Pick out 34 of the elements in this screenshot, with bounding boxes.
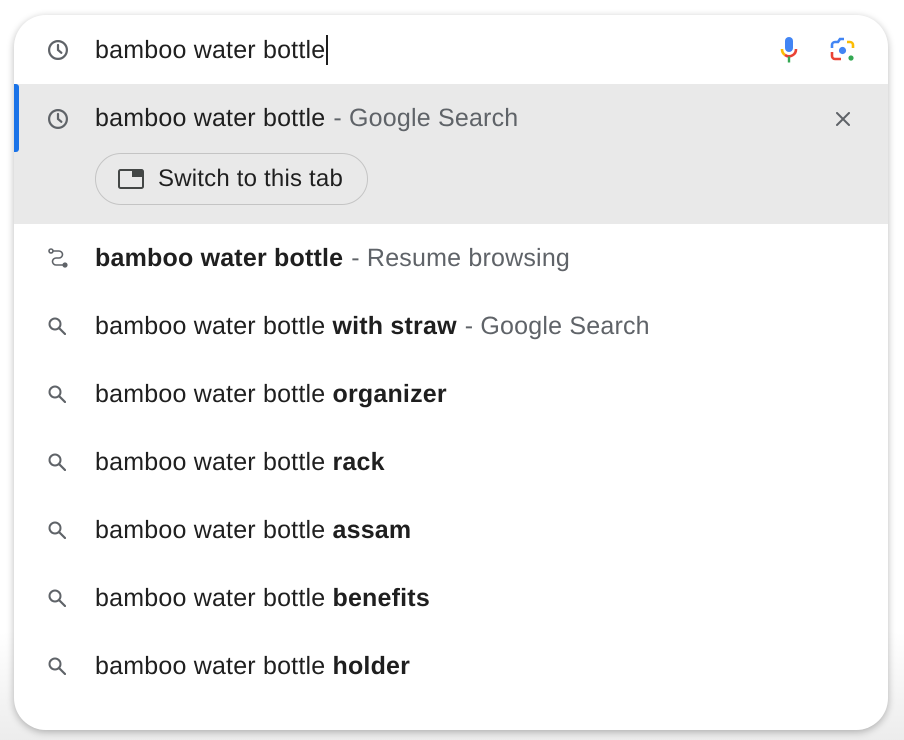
- microphone-icon[interactable]: [780, 36, 798, 62]
- suggestion-row[interactable]: bamboo water bottle assam: [14, 496, 888, 564]
- clock-icon: [48, 108, 68, 128]
- search-field[interactable]: bamboo water bottle: [95, 32, 748, 66]
- suggestion-description: - Google Search: [333, 104, 518, 133]
- search-icon: [48, 317, 66, 335]
- suggestion-row[interactable]: bamboo water bottle - Resume browsing: [14, 224, 888, 292]
- suggestion-text: bamboo water bottle assam: [95, 516, 412, 544]
- suggestion-row[interactable]: bamboo water bottle organizer: [14, 360, 888, 428]
- clock-icon: [48, 40, 68, 60]
- camera-search-icon[interactable]: [830, 36, 856, 62]
- search-icon: [48, 657, 66, 675]
- remove-icon[interactable]: [836, 112, 850, 126]
- suggestion-description: - Resume browsing: [351, 244, 570, 272]
- suggestion-text: bamboo water bottle: [95, 244, 344, 272]
- suggestion-text: bamboo water bottle: [95, 104, 326, 133]
- search-icon: [48, 589, 66, 607]
- suggestion-row[interactable]: bamboo water bottle benefits: [14, 564, 888, 632]
- suggestion-text: bamboo water bottle benefits: [95, 584, 430, 612]
- search-icon: [48, 521, 66, 539]
- tab-icon: [118, 169, 144, 189]
- suggestion-row[interactable]: bamboo water bottle holder: [14, 632, 888, 700]
- search-icon: [48, 453, 66, 471]
- suggestion-text: bamboo water bottle with straw: [95, 312, 457, 340]
- suggestion-text: bamboo water bottle rack: [95, 448, 385, 476]
- suggestion-row[interactable]: bamboo water bottle rack: [14, 428, 888, 496]
- switch-tab-button[interactable]: Switch to this tab: [95, 153, 368, 205]
- suggestion-text: bamboo water bottle organizer: [95, 380, 447, 408]
- route-icon: [48, 248, 68, 268]
- suggestion-row[interactable]: bamboo water bottle with straw - Google Search: [14, 292, 888, 360]
- search-icon: [48, 385, 66, 403]
- suggestion-description: - Google Search: [464, 312, 650, 340]
- suggestion-row[interactable]: bamboo water bottle - Google Search Switch to this tab: [14, 84, 888, 224]
- suggestion-text: bamboo water bottle holder: [95, 652, 410, 680]
